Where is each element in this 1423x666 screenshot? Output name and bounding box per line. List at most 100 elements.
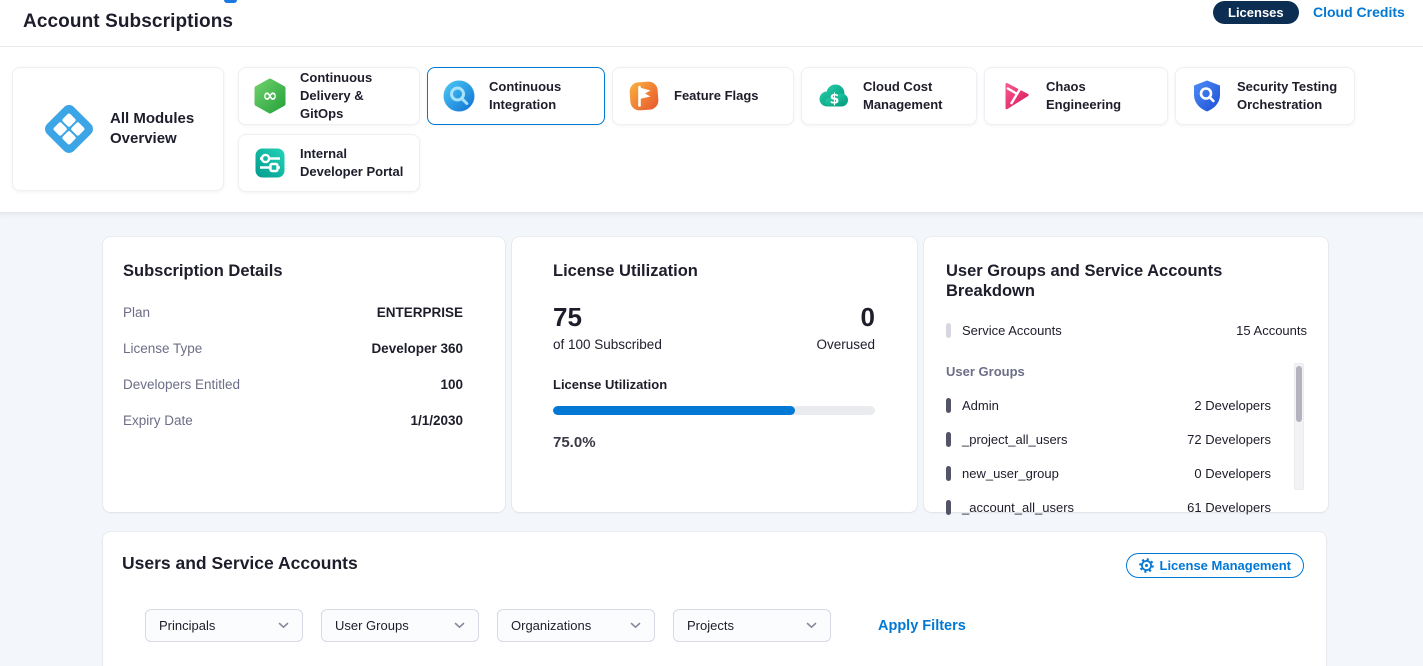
svg-text:$: $ bbox=[830, 92, 840, 108]
users-service-accounts-card: Users and Service Accounts License Manag… bbox=[103, 532, 1326, 666]
module-label: Internal Developer Portal bbox=[300, 145, 409, 181]
dropdown-label: Organizations bbox=[511, 618, 591, 633]
service-accounts-pill-icon bbox=[946, 323, 951, 338]
cloud-credits-tab[interactable]: Cloud Credits bbox=[1313, 4, 1405, 20]
module-selector: All Modules Overview ∞ Continuous Delive… bbox=[0, 46, 1423, 212]
detail-label: Plan bbox=[123, 305, 150, 320]
detail-value: 100 bbox=[440, 377, 463, 392]
users-section-title: Users and Service Accounts bbox=[122, 553, 358, 574]
account-subscriptions-page: Account Subscriptions Licenses Cloud Cre… bbox=[0, 0, 1423, 666]
user-group-name: _account_all_users bbox=[962, 500, 1074, 515]
module-label: Cloud Cost Management bbox=[863, 78, 966, 114]
scrollbar-thumb[interactable] bbox=[1296, 366, 1302, 422]
summary-cards-row: Subscription Details Plan ENTERPRISE Lic… bbox=[103, 237, 1328, 512]
detail-value: 1/1/2030 bbox=[410, 413, 463, 428]
utilization-bar-label: License Utilization bbox=[553, 377, 875, 392]
user-group-row: _project_all_users 72 Developers bbox=[946, 432, 1271, 447]
module-cards-row-2: Internal Developer Portal bbox=[238, 134, 1355, 192]
detail-row: License Type Developer 360 bbox=[123, 341, 463, 356]
detail-row: Plan ENTERPRISE bbox=[123, 305, 463, 320]
user-groups-list: Admin 2 Developers _project_all_users 72… bbox=[946, 398, 1307, 515]
svg-text:∞: ∞ bbox=[263, 86, 278, 107]
overused-block: 0 Overused bbox=[816, 303, 875, 352]
dropdown-label: Principals bbox=[159, 618, 215, 633]
overused-count: 0 bbox=[816, 303, 875, 331]
module-cards-grid: ∞ Continuous Delivery & GitOps bbox=[238, 67, 1355, 201]
user-group-value: 2 Developers bbox=[1194, 398, 1271, 413]
module-label: Chaos Engineering bbox=[1046, 78, 1157, 114]
page-header: Account Subscriptions Licenses Cloud Cre… bbox=[0, 0, 1423, 47]
detail-row: Developers Entitled 100 bbox=[123, 377, 463, 392]
module-label: Continuous Delivery & GitOps bbox=[300, 69, 409, 123]
service-accounts-label: Service Accounts bbox=[962, 323, 1062, 338]
module-card-continuous-integration[interactable]: Continuous Integration bbox=[427, 67, 605, 125]
overused-caption: Overused bbox=[816, 337, 875, 352]
ci-icon bbox=[441, 78, 477, 114]
license-utilization-bar-track bbox=[553, 406, 875, 415]
detail-row: Expiry Date 1/1/2030 bbox=[123, 413, 463, 428]
license-utilization-card: License Utilization 75 of 100 Subscribed… bbox=[512, 237, 917, 512]
module-card-feature-flags[interactable]: Feature Flags bbox=[612, 67, 794, 125]
module-label: Security Testing Orchestration bbox=[1237, 78, 1344, 114]
idp-icon bbox=[252, 145, 288, 181]
cloud-cost-icon: $ bbox=[815, 78, 851, 114]
chaos-icon bbox=[998, 78, 1034, 114]
chevron-down-icon bbox=[630, 622, 641, 629]
user-group-name: new_user_group bbox=[962, 466, 1059, 481]
principals-dropdown[interactable]: Principals bbox=[145, 609, 303, 642]
user-group-pill-icon bbox=[946, 466, 951, 481]
detail-value: ENTERPRISE bbox=[377, 305, 463, 320]
subscription-details-card: Subscription Details Plan ENTERPRISE Lic… bbox=[103, 237, 505, 512]
organizations-dropdown[interactable]: Organizations bbox=[497, 609, 655, 642]
detail-value: Developer 360 bbox=[371, 341, 463, 356]
filters-row: Principals User Groups Organizations Pro… bbox=[145, 609, 966, 642]
user-group-row: _account_all_users 61 Developers bbox=[946, 500, 1271, 515]
chevron-down-icon bbox=[806, 622, 817, 629]
service-accounts-value: 15 Accounts bbox=[1236, 323, 1307, 338]
projects-dropdown[interactable]: Projects bbox=[673, 609, 831, 642]
license-management-button[interactable]: License Management bbox=[1126, 553, 1305, 578]
module-card-security-testing-orchestration[interactable]: Security Testing Orchestration bbox=[1175, 67, 1355, 125]
feature-flags-icon bbox=[626, 78, 662, 114]
chevron-down-icon bbox=[454, 622, 465, 629]
detail-label: Developers Entitled bbox=[123, 377, 240, 392]
module-label: Feature Flags bbox=[674, 87, 759, 105]
card-title: License Utilization bbox=[553, 261, 875, 281]
detail-label: License Type bbox=[123, 341, 202, 356]
scrollbar-track[interactable] bbox=[1294, 363, 1304, 490]
page-title: Account Subscriptions bbox=[23, 11, 233, 33]
user-group-pill-icon bbox=[946, 500, 951, 515]
module-card-internal-developer-portal[interactable]: Internal Developer Portal bbox=[238, 134, 420, 192]
user-group-name: _project_all_users bbox=[962, 432, 1068, 447]
all-modules-icon bbox=[41, 101, 97, 157]
apply-filters-link[interactable]: Apply Filters bbox=[878, 618, 966, 634]
user-group-pill-icon bbox=[946, 432, 951, 447]
module-card-continuous-delivery-gitops[interactable]: ∞ Continuous Delivery & GitOps bbox=[238, 67, 420, 125]
user-group-name: Admin bbox=[962, 398, 999, 413]
used-caption: of 100 Subscribed bbox=[553, 337, 662, 352]
used-count: 75 bbox=[553, 303, 662, 331]
user-group-row: new_user_group 0 Developers bbox=[946, 466, 1271, 481]
all-modules-label: All Modules Overview bbox=[110, 109, 200, 150]
license-management-label: License Management bbox=[1160, 558, 1292, 573]
user-group-value: 72 Developers bbox=[1187, 432, 1271, 447]
user-group-row: Admin 2 Developers bbox=[946, 398, 1271, 413]
user-groups-dropdown[interactable]: User Groups bbox=[321, 609, 479, 642]
user-group-value: 0 Developers bbox=[1194, 466, 1271, 481]
cut-off-link-fragment bbox=[224, 0, 237, 3]
license-utilization-bar-fill bbox=[553, 406, 795, 415]
user-group-pill-icon bbox=[946, 398, 951, 413]
module-card-chaos-engineering[interactable]: Chaos Engineering bbox=[984, 67, 1168, 125]
user-group-value: 61 Developers bbox=[1187, 500, 1271, 515]
all-modules-card[interactable]: All Modules Overview bbox=[12, 67, 224, 191]
licenses-tab[interactable]: Licenses bbox=[1213, 1, 1299, 24]
module-label: Continuous Integration bbox=[489, 78, 594, 114]
module-card-cloud-cost-management[interactable]: $ Cloud Cost Management bbox=[801, 67, 977, 125]
utilization-percent: 75.0% bbox=[553, 434, 875, 451]
card-title: User Groups and Service Accounts Breakdo… bbox=[946, 261, 1307, 301]
used-block: 75 of 100 Subscribed bbox=[553, 303, 662, 352]
card-title: Subscription Details bbox=[123, 261, 463, 281]
user-groups-heading: User Groups bbox=[946, 364, 1307, 379]
chevron-down-icon bbox=[278, 622, 289, 629]
service-accounts-row: Service Accounts 15 Accounts bbox=[946, 323, 1307, 338]
